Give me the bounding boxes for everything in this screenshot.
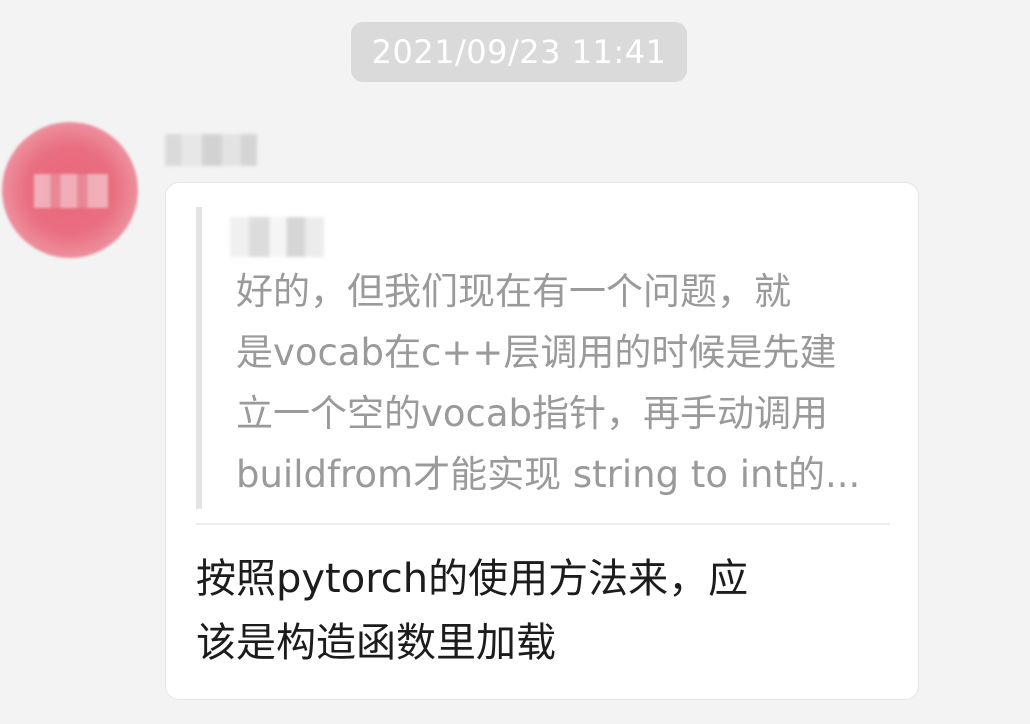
- timestamp-badge: 2021/09/23 11:41: [351, 22, 687, 82]
- sender-avatar[interactable]: [2, 122, 138, 258]
- quote-divider: [196, 523, 890, 525]
- avatar-mosaic: [34, 174, 108, 208]
- quoted-author-redacted: [230, 217, 324, 257]
- sender-name-redacted: [165, 134, 257, 166]
- quoted-message-text: 好的，但我们现在有一个问题，就 是vocab在c++层调用的时候是先建 立一个空…: [236, 270, 861, 496]
- message-bubble[interactable]: 好的，但我们现在有一个问题，就 是vocab在c++层调用的时候是先建 立一个空…: [165, 182, 919, 700]
- reply-message-text: 按照pytorch的使用方法来，应 该是构造函数里加载: [196, 556, 749, 666]
- quoted-message[interactable]: 好的，但我们现在有一个问题，就 是vocab在c++层调用的时候是先建 立一个空…: [196, 207, 890, 509]
